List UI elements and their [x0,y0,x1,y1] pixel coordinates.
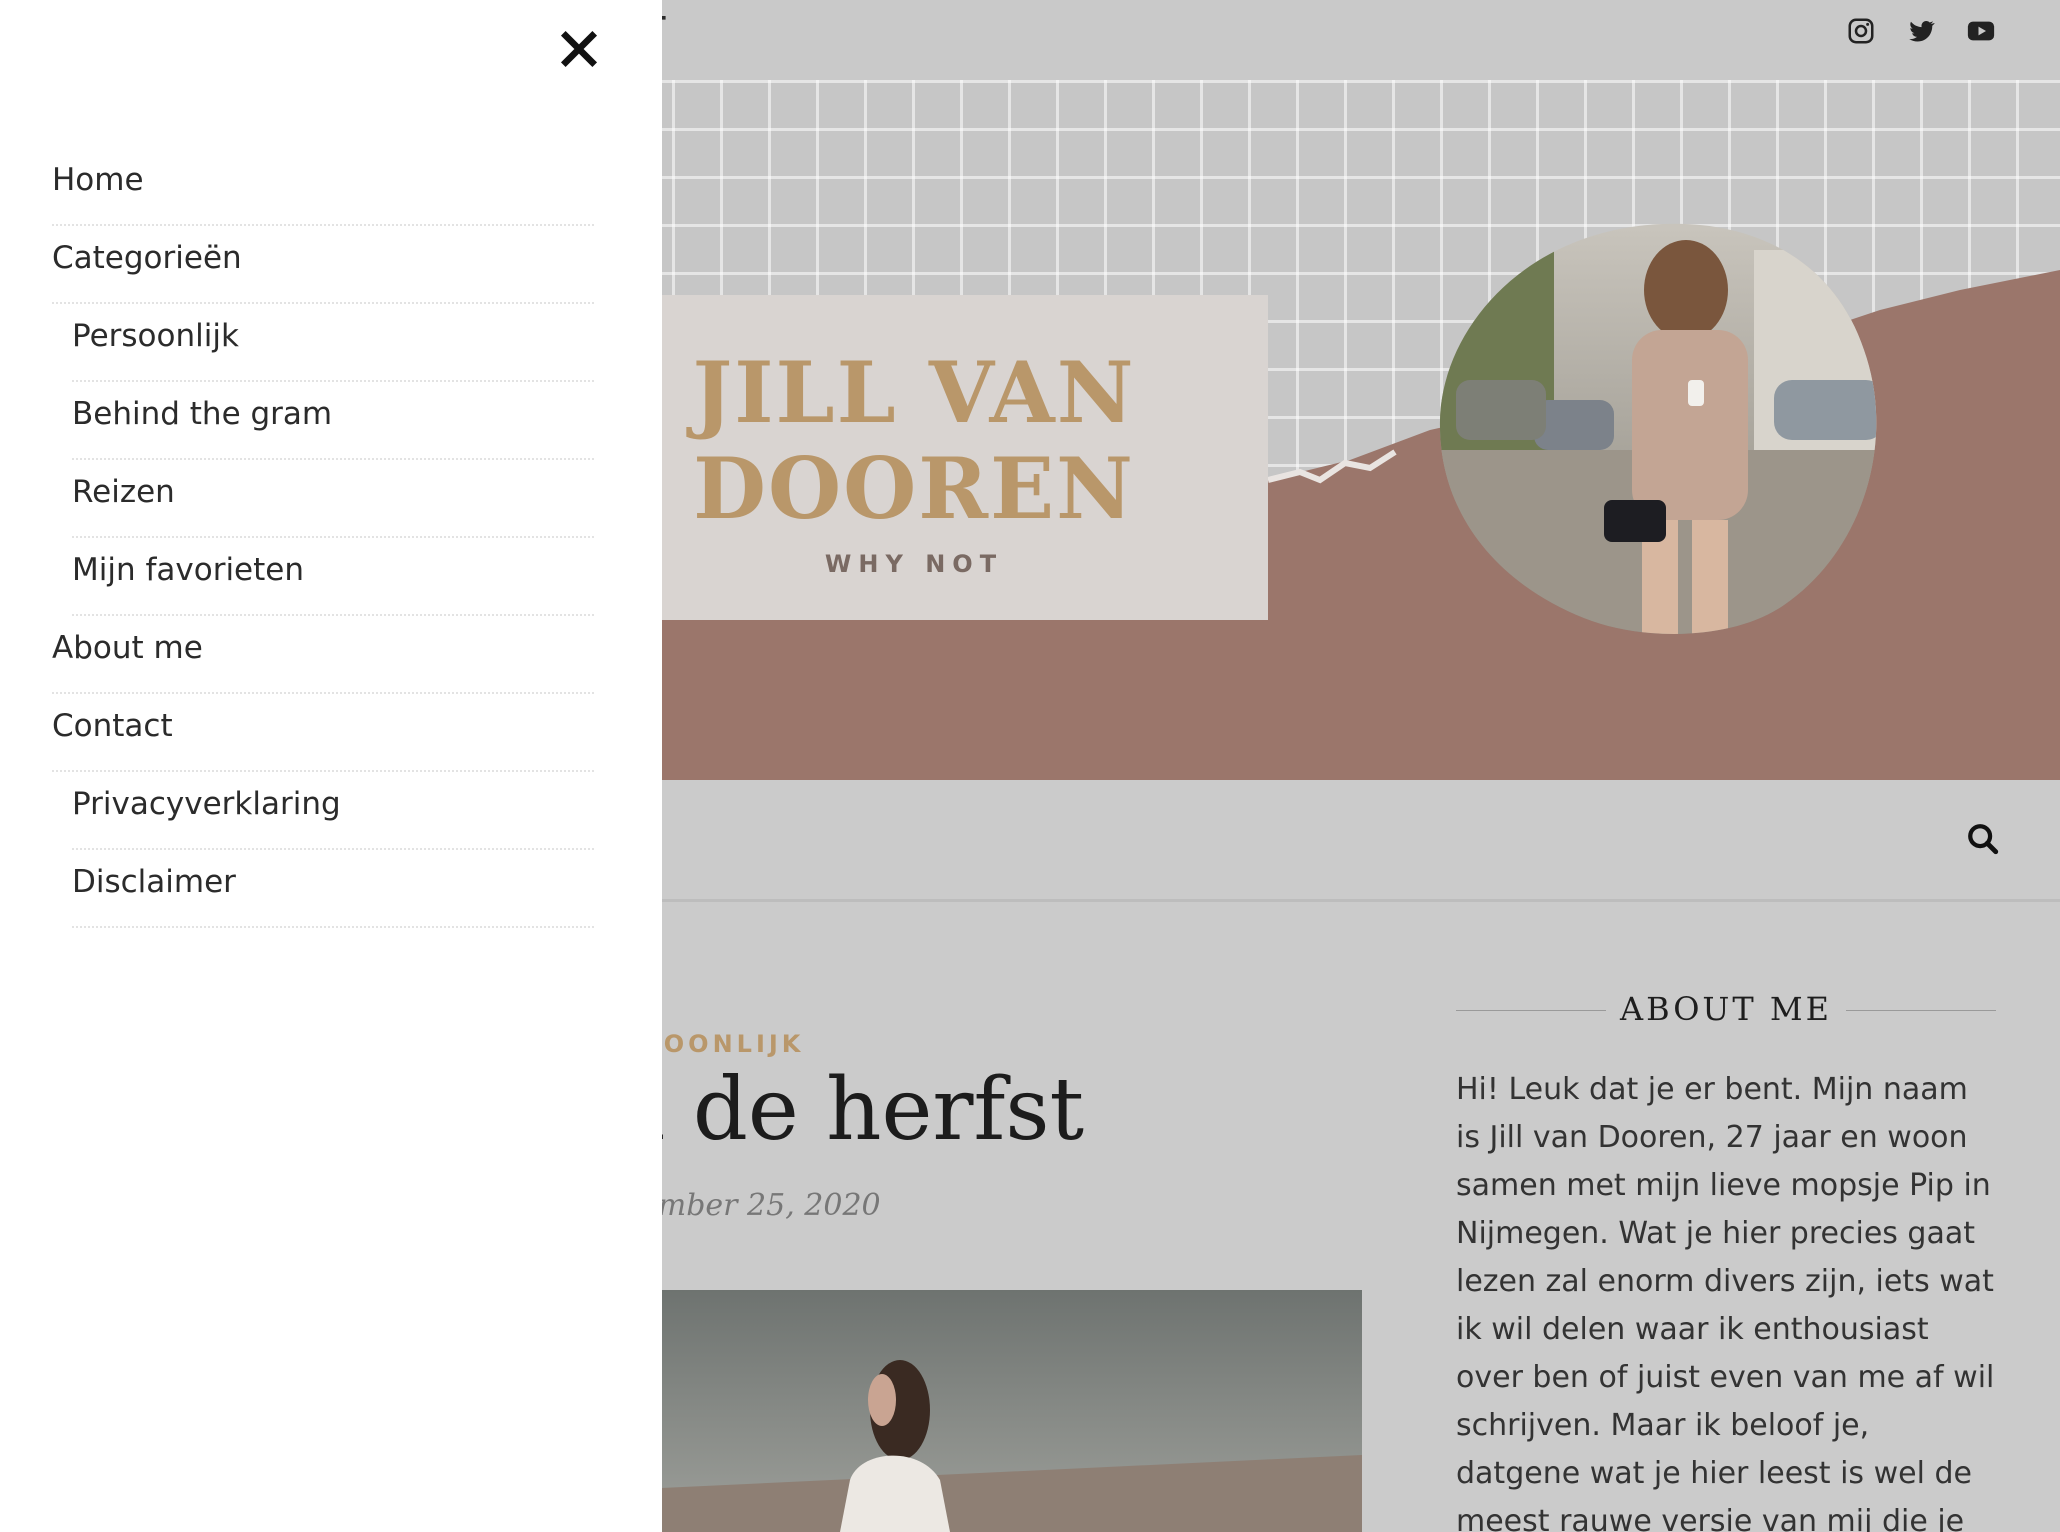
logo-title-line1: JILL VAN [692,343,1136,442]
post-date: ember 25, 2020 [640,1188,881,1223]
post-featured-image[interactable] [620,1290,1362,1532]
header-portrait-photo [1439,223,1877,634]
post-title[interactable]: l de herfst [638,1060,1084,1160]
about-me-widget: ABOUT ME Hi! Leuk dat je er bent. Mijn n… [1456,990,1996,1532]
search-icon[interactable] [1966,822,2000,856]
heading-divider-right [1846,1010,1996,1011]
site-logo[interactable]: JILL VAN DOOREN WHY NOT [560,295,1268,620]
widget-title: ABOUT ME [1619,990,1833,1028]
youtube-icon[interactable] [1966,16,1996,46]
logo-tagline: WHY NOT [824,550,1004,578]
side-navigation-panel: Home Categorieën Persoonlijk Behind the gra… [0,0,662,1532]
instagram-icon[interactable] [1846,16,1876,46]
twitter-icon[interactable] [1906,16,1936,46]
widget-heading: ABOUT ME [1456,990,1996,1030]
side-nav-menu: Home Categorieën Persoonlijk Behind the gra… [52,148,594,928]
logo-title-line2: DOOREN [693,439,1135,538]
widget-text: Hi! Leuk dat je er bent. Mijn naam is Ji… [1456,1072,1995,1532]
close-icon[interactable] [556,26,602,72]
logo-title: JILL VAN DOOREN [560,345,1268,537]
